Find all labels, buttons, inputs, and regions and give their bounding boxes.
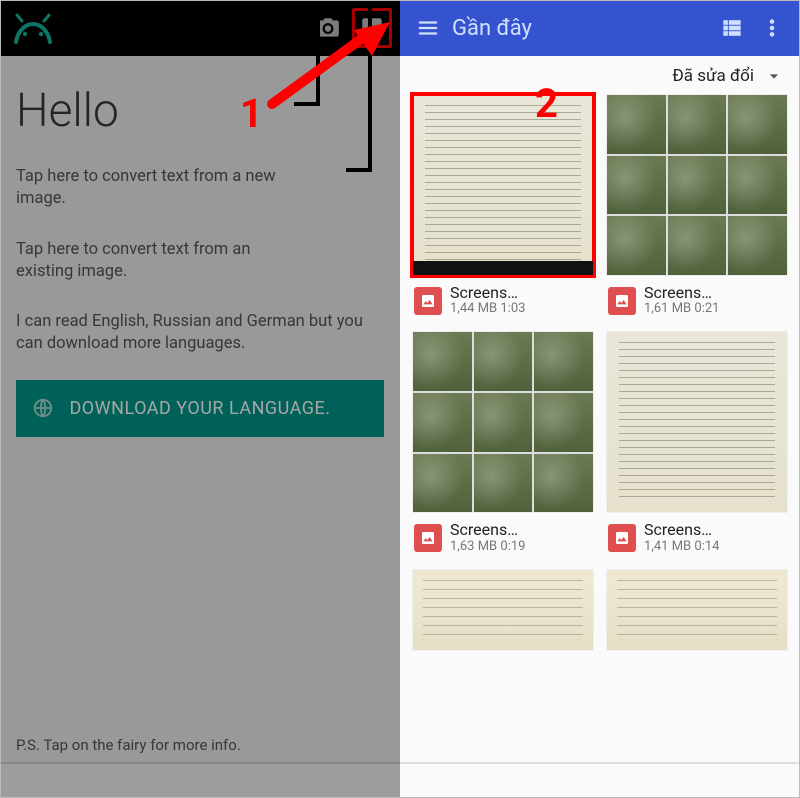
file-card[interactable]: Screens… 1,41 MB 0:14 xyxy=(606,331,788,558)
file-card[interactable]: Screens… 1,63 MB 0:19 xyxy=(412,331,594,558)
overflow-menu-icon[interactable] xyxy=(752,8,792,48)
right-app-header: Gần đây xyxy=(400,0,800,56)
file-picker-pane: Gần đây 2 Đã sửa đổi Screens… 1,44 MB 1:… xyxy=(400,0,800,798)
image-file-icon xyxy=(608,287,636,315)
tip-new-image: Tap here to convert text from a new imag… xyxy=(16,166,276,211)
file-meta: 1,44 MB 1:03 xyxy=(450,302,525,317)
file-card[interactable] xyxy=(412,569,594,652)
globe-icon xyxy=(32,397,54,419)
file-name: Screens… xyxy=(450,284,525,302)
list-view-icon[interactable] xyxy=(712,8,752,48)
sort-dropdown[interactable]: Đã sửa đổi xyxy=(400,56,800,94)
file-meta: 1,41 MB 0:14 xyxy=(644,540,719,555)
file-grid: Screens… 1,44 MB 1:03 Screens… 1,61 MB 0… xyxy=(400,94,800,659)
left-body: Hello Tap here to convert text from a ne… xyxy=(0,56,400,453)
file-name: Screens… xyxy=(644,284,719,302)
postscript-text: P.S. Tap on the fairy for more info. xyxy=(16,736,241,754)
hamburger-menu-icon[interactable] xyxy=(408,8,448,48)
text-fairy-app-pane: Hello Tap here to convert text from a ne… xyxy=(0,0,400,798)
tip-existing-image: Tap here to convert text from an existin… xyxy=(16,239,276,284)
app-logo-icon xyxy=(8,8,58,48)
sort-label: Đã sửa đổi xyxy=(672,66,754,86)
android-navbar-left xyxy=(0,762,400,798)
image-file-icon xyxy=(414,524,442,552)
file-meta: 1,63 MB 0:19 xyxy=(450,540,525,555)
file-name: Screens… xyxy=(644,521,719,539)
file-meta: 1,61 MB 0:21 xyxy=(644,302,719,317)
image-file-icon xyxy=(414,287,442,315)
file-thumbnail[interactable] xyxy=(606,569,788,652)
file-name: Screens… xyxy=(450,521,525,539)
image-file-icon xyxy=(608,524,636,552)
annotation-step-2: 2 xyxy=(535,80,558,127)
right-header-title: Gần đây xyxy=(448,16,712,41)
file-card[interactable]: Screens… 1,61 MB 0:21 xyxy=(606,94,788,321)
file-thumbnail[interactable] xyxy=(412,331,594,513)
file-thumbnail[interactable] xyxy=(412,94,594,276)
download-language-button[interactable]: DOWNLOAD YOUR LANGUAGE. xyxy=(16,380,384,437)
supported-languages-note: I can read English, Russian and German b… xyxy=(16,311,376,356)
file-thumbnail[interactable] xyxy=(606,331,788,513)
chevron-down-icon xyxy=(764,66,784,86)
file-thumbnail[interactable] xyxy=(412,569,594,652)
file-card[interactable]: Screens… 1,44 MB 1:03 xyxy=(412,94,594,321)
download-language-label: DOWNLOAD YOUR LANGUAGE. xyxy=(69,398,330,419)
annotation-arrow-icon xyxy=(260,22,390,112)
android-navbar-right xyxy=(400,762,800,798)
file-card[interactable] xyxy=(606,569,788,652)
file-thumbnail[interactable] xyxy=(606,94,788,276)
